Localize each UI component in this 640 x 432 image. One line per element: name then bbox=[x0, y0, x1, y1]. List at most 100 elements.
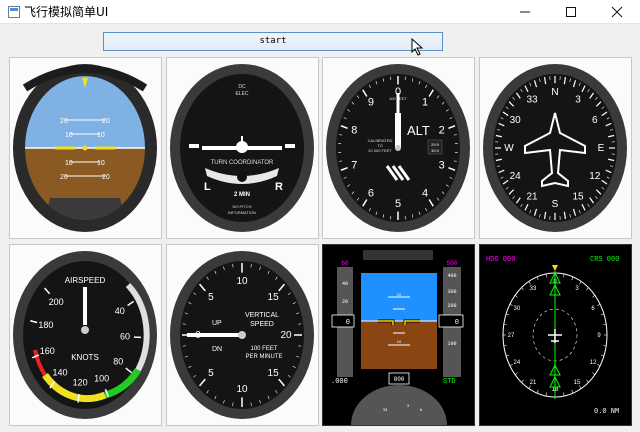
asi-tick-label: 40 bbox=[115, 306, 125, 316]
heading-label: 3 bbox=[575, 95, 581, 106]
alt-value: 0 bbox=[455, 319, 459, 327]
heading-label: N bbox=[551, 87, 558, 98]
gauge-tick bbox=[592, 372, 596, 376]
vsi-tick-label: 5 bbox=[208, 368, 214, 379]
heading-label: 33 bbox=[526, 95, 538, 106]
gauge-tick bbox=[571, 389, 574, 394]
pitch-label: 20 bbox=[60, 118, 68, 125]
gauge-tick bbox=[77, 394, 80, 403]
heading-label: E bbox=[598, 143, 605, 154]
nd-compass-label: 6 bbox=[591, 306, 595, 312]
gauge-tick bbox=[528, 281, 531, 285]
vsi-up-label: UP bbox=[212, 320, 222, 327]
heading-arc bbox=[351, 385, 447, 425]
gauge-tick bbox=[536, 389, 539, 394]
maximize-button[interactable] bbox=[548, 0, 594, 24]
nd-compass-label: 33 bbox=[530, 286, 537, 292]
pitch-label: 10 bbox=[97, 160, 105, 167]
heading-label: W bbox=[504, 143, 514, 154]
alt-tape-label: 200 bbox=[447, 303, 456, 309]
alt-cal-label: 20 000 FEET bbox=[368, 148, 392, 153]
pitch-label: 10 bbox=[397, 339, 402, 344]
gauge-tick bbox=[579, 281, 582, 285]
gauge-tick bbox=[514, 294, 518, 298]
nd-compass-label: 9 bbox=[597, 333, 601, 339]
start-button[interactable]: start bbox=[103, 32, 443, 51]
alt-tape-label: 400 bbox=[447, 273, 456, 279]
heading-label: S bbox=[552, 199, 559, 210]
asi-tick-label: 120 bbox=[73, 378, 88, 388]
alt-digit: 9 bbox=[368, 97, 374, 109]
maximize-icon bbox=[566, 7, 576, 17]
app-icon bbox=[8, 6, 20, 18]
speed-value: 0 bbox=[346, 319, 350, 327]
turn-right-label: R bbox=[275, 181, 283, 193]
nd-course: CRS 000 bbox=[590, 256, 619, 264]
navigation-display: HDG 000 CRS 000 0.0 NM 03691215182124273… bbox=[486, 256, 619, 416]
gauge-tick bbox=[528, 385, 531, 389]
airspeed-indicator-panel: AIRSPEED KNOTS 40 60 80 100 120 140 160 180 200 bbox=[9, 244, 162, 426]
vsi-tick-label: 15 bbox=[268, 368, 280, 379]
alt-digit: 2 bbox=[439, 125, 445, 137]
gauge-tick bbox=[503, 344, 507, 347]
vsi-tick-label: 20 bbox=[280, 330, 292, 341]
alt-digit: 7 bbox=[351, 159, 357, 171]
heading-label: 21 bbox=[526, 191, 538, 202]
asi-unit: KNOTS bbox=[71, 353, 99, 362]
gauge-tick bbox=[571, 276, 574, 281]
altimeter-panel: 100 FEET ALT CALIBRATED TO 20 000 FEET 2… bbox=[322, 57, 475, 239]
vertical-speed-panel: 0510152015105 UP DN VERTICAL SPEED 100 F… bbox=[166, 244, 319, 426]
vsi-unit: PER MINUTE bbox=[245, 354, 282, 360]
gauge-tick bbox=[545, 392, 547, 397]
pitch-label: 10 bbox=[65, 132, 73, 139]
vsi-label: SPEED bbox=[250, 321, 274, 328]
nd-compass-label: 30 bbox=[514, 306, 521, 312]
heading-label: 15 bbox=[572, 191, 584, 202]
heading-value: 000 bbox=[394, 376, 405, 383]
pitch-label: 10 bbox=[397, 292, 402, 297]
gauge-tick bbox=[506, 313, 510, 316]
turn-top-label: ELEC bbox=[235, 91, 248, 97]
gauge-tick bbox=[603, 323, 607, 326]
gauge-tick bbox=[586, 287, 589, 291]
gauge-tick bbox=[545, 273, 547, 278]
turn-coordinator-panel: DC ELEC TURN COORDINATOR L R 2 MIN NO PI… bbox=[166, 57, 319, 239]
turn-min-label: 2 MIN bbox=[234, 192, 250, 198]
asi-tick-label: 60 bbox=[120, 332, 130, 342]
minimize-button[interactable] bbox=[502, 0, 548, 24]
speed-readout bbox=[331, 314, 355, 328]
baro-value: 30.0 bbox=[431, 148, 440, 153]
gauge-tick bbox=[509, 363, 513, 367]
attitude-indicator: 20 20 10 10 10 10 20 20 bbox=[13, 64, 157, 232]
gauge-tick bbox=[503, 323, 507, 326]
airspeed-indicator: AIRSPEED KNOTS 40 60 80 100 120 140 160 180 200 bbox=[13, 251, 157, 419]
vsi-tick-label: 5 bbox=[208, 292, 214, 303]
vsi-tick-label: 10 bbox=[236, 276, 248, 287]
gauge-tick bbox=[521, 287, 524, 291]
close-button[interactable] bbox=[594, 0, 640, 24]
nd-compass-label: 15 bbox=[574, 380, 581, 386]
speed-tape-label: 40 bbox=[342, 281, 348, 287]
title-bar: 飞行模拟简单UI bbox=[0, 0, 640, 24]
asi-tick-label: 180 bbox=[38, 320, 53, 330]
navigation-display-panel: HDG 000 CRS 000 0.0 NM 03691215182124273… bbox=[479, 244, 632, 426]
mach-value: .000 bbox=[331, 378, 348, 386]
heading-label: 12 bbox=[589, 171, 601, 182]
alt-digit: 4 bbox=[422, 187, 428, 199]
nd-compass-label: 3 bbox=[575, 286, 579, 292]
slip-ball bbox=[237, 172, 247, 182]
alt-digit: 5 bbox=[395, 198, 401, 210]
turn-top-label: DC bbox=[238, 84, 246, 90]
gauge-tick bbox=[597, 363, 601, 367]
alt-label: ALT bbox=[407, 123, 430, 138]
alt-digit: 8 bbox=[351, 125, 357, 137]
vertical-speed-indicator: 0510152015105 UP DN VERTICAL SPEED 100 F… bbox=[170, 251, 314, 419]
nd-compass-label: 12 bbox=[590, 360, 597, 366]
nd-compass-label: 27 bbox=[508, 333, 515, 339]
gauge-tick bbox=[579, 385, 582, 389]
gauge-tick bbox=[592, 294, 596, 298]
turn-left-label: L bbox=[204, 181, 211, 193]
turn-foot-label: INFORMATION bbox=[228, 210, 256, 215]
vsi-label: VERTICAL bbox=[245, 312, 279, 319]
turn-foot-label: NO PITCH bbox=[232, 204, 251, 209]
